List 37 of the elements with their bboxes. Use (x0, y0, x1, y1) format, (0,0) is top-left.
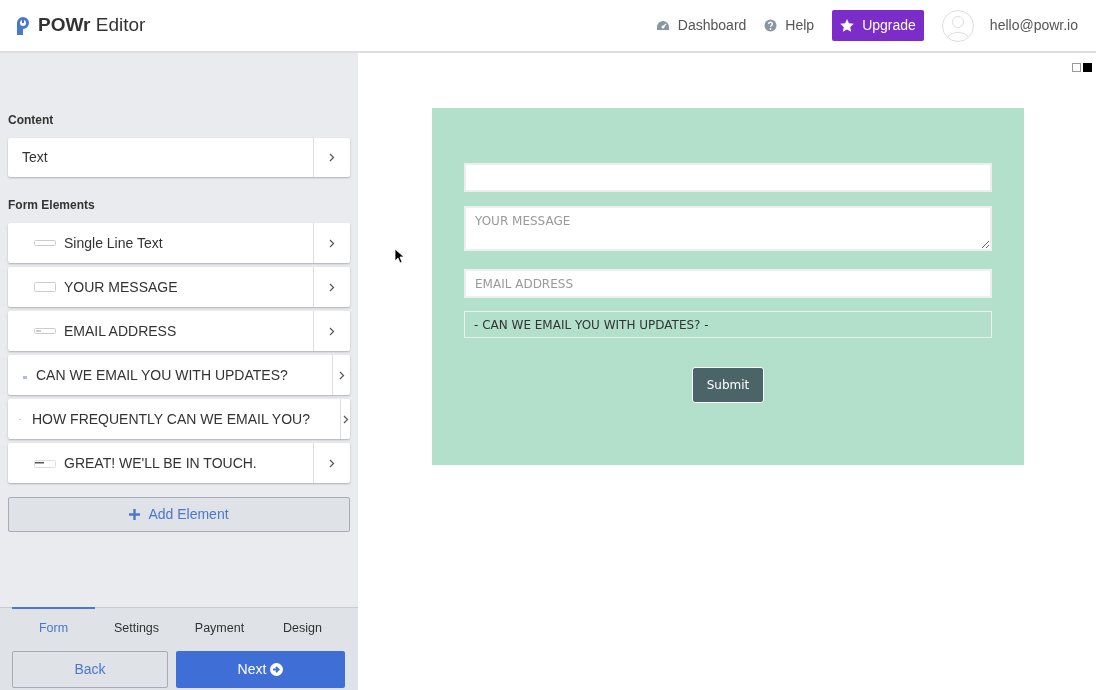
help-icon (764, 19, 778, 32)
field-icon (34, 458, 56, 468)
element-item[interactable]: GREAT! WE'LL BE IN TOUCH. (8, 443, 350, 483)
next-button[interactable]: Next (176, 650, 345, 688)
nav-link[interactable]: Dashboard (655, 15, 747, 36)
email-field[interactable]: EMAIL ADDRESS (464, 269, 992, 298)
element-item[interactable]: YOUR MESSAGE (8, 267, 350, 307)
element-item[interactable]: Single Line Text (8, 223, 350, 263)
user-email[interactable]: hello@powr.io (989, 15, 1078, 36)
editor-tab[interactable]: Settings (95, 607, 178, 648)
text-field[interactable] (464, 163, 992, 192)
field-icon (34, 238, 56, 248)
section-heading: Content (8, 112, 55, 129)
upgrade-button[interactable]: Upgrade (832, 10, 924, 41)
section-heading: Form Elements (8, 197, 96, 214)
editor-tab[interactable]: Payment (178, 607, 261, 648)
editor-tab[interactable]: Design (261, 607, 344, 648)
dashboard-icon (655, 19, 670, 32)
message-field[interactable]: YOUR MESSAGE (464, 206, 992, 251)
chevron-icon (340, 399, 350, 439)
element-item[interactable]: Text (8, 138, 350, 177)
mouse-pointer-icon (394, 248, 404, 264)
plus-icon (129, 509, 141, 520)
field-icon (34, 282, 56, 292)
logo-icon (16, 15, 30, 36)
field-icon (34, 326, 56, 336)
view-toggle-icon (1072, 63, 1092, 72)
element-item[interactable]: HOW FREQUENTLY CAN WE EMAIL YOU? (8, 399, 350, 439)
select-field[interactable]: - CAN WE EMAIL YOU WITH UPDATES? - (464, 311, 992, 338)
submit-button[interactable]: Submit (691, 367, 765, 403)
app-title: POWr Editor (38, 13, 146, 38)
element-item[interactable]: CAN WE EMAIL YOU WITH UPDATES? (8, 355, 350, 395)
element-item[interactable]: EMAIL ADDRESS (8, 311, 350, 351)
nav-link[interactable]: Help (764, 15, 815, 36)
arrow-circle-icon (270, 662, 284, 676)
star-icon (840, 19, 855, 32)
avatar-icon (941, 9, 974, 42)
